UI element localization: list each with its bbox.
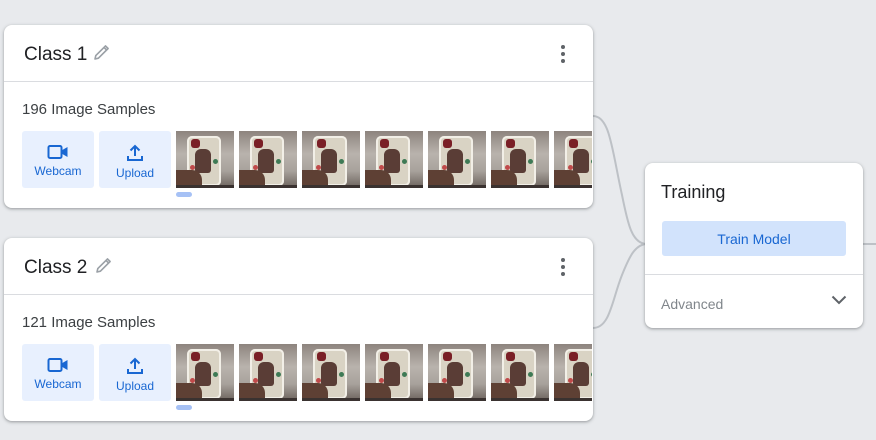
sample-thumbnail[interactable] [554,131,592,188]
webcam-label: Webcam [34,164,82,178]
videocam-icon [47,358,68,372]
sample-count: 121 Image Samples [22,314,156,331]
sample-tools: Webcam Upload [22,344,171,401]
kebab-menu-icon[interactable] [555,45,571,63]
class-title[interactable]: Class 1 [24,44,87,66]
kebab-menu-icon[interactable] [555,258,571,276]
class-title[interactable]: Class 2 [24,257,87,279]
sample-thumbnail[interactable] [239,131,297,188]
class-card-1: Class 1 196 Image Samples Webcam Upload [4,25,593,208]
sample-thumbnails [176,344,592,401]
sample-thumbnail[interactable] [302,131,360,188]
class-card-header: Class 1 [4,25,593,82]
sample-thumbnail[interactable] [554,344,592,401]
chevron-down-icon [831,295,847,305]
pencil-icon[interactable] [94,255,114,275]
upload-label: Upload [115,379,155,393]
sample-thumbnail[interactable] [302,344,360,401]
sample-thumbnail[interactable] [239,344,297,401]
sample-thumbnail[interactable] [491,131,549,188]
thumbnail-scrollbar[interactable] [176,192,192,197]
sample-thumbnail[interactable] [428,344,486,401]
sample-tools: Webcam Upload [22,131,171,188]
sample-thumbnail[interactable] [176,344,234,401]
webcam-label: Webcam [34,377,82,391]
class-card-header: Class 2 [4,238,593,295]
upload-icon [127,357,143,374]
upload-icon [127,144,143,161]
sample-thumbnails [176,131,592,188]
upload-label: Upload [115,166,155,180]
webcam-button[interactable]: Webcam [22,131,94,188]
videocam-icon [47,145,68,159]
sample-count: 196 Image Samples [22,101,156,118]
sample-thumbnail[interactable] [365,344,423,401]
upload-button[interactable]: Upload [99,344,171,401]
training-title: Training [661,182,726,202]
training-card: Training Train Model Advanced [645,163,863,328]
upload-button[interactable]: Upload [99,131,171,188]
train-model-button[interactable]: Train Model [662,221,846,256]
webcam-button[interactable]: Webcam [22,344,94,401]
sample-thumbnail[interactable] [428,131,486,188]
sample-thumbnail[interactable] [491,344,549,401]
sample-thumbnail[interactable] [365,131,423,188]
sample-thumbnail[interactable] [176,131,234,188]
advanced-label: Advanced [661,296,724,312]
thumbnail-scrollbar[interactable] [176,405,192,410]
advanced-toggle[interactable]: Advanced [645,274,863,328]
pencil-icon[interactable] [92,42,112,62]
class-card-2: Class 2 121 Image Samples Webcam Upload [4,238,593,421]
